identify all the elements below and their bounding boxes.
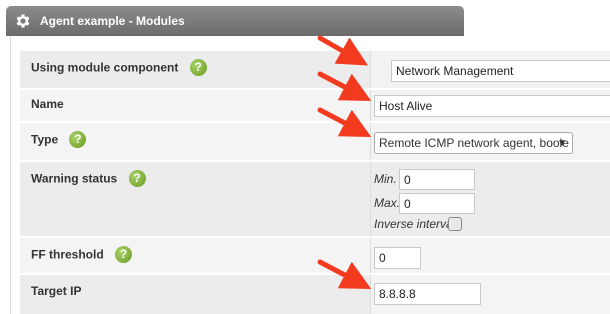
inverse-interval-checkbox[interactable] — [448, 217, 462, 231]
inverse-interval-label: Inverse interval — [374, 217, 456, 231]
name-input[interactable]: Host Alive — [374, 95, 610, 117]
help-icon[interactable]: ? — [128, 170, 146, 187]
type-label: Type — [31, 132, 59, 147]
name-label: Name — [31, 96, 64, 111]
warning-max-input[interactable]: 0 — [399, 193, 475, 214]
warning-status-label: Warning status — [31, 171, 118, 186]
row-ff-threshold: FF threshold ? 0 — [20, 237, 610, 273]
module-component-field[interactable]: Network Management — [391, 60, 610, 82]
window-title: Agent example - Modules — [40, 14, 185, 28]
target-ip-input[interactable]: 8.8.8.8 — [374, 283, 481, 305]
help-icon[interactable]: ? — [115, 246, 133, 263]
row-name: Name Host Alive — [20, 89, 610, 121]
target-ip-label: Target IP — [31, 283, 82, 298]
type-select[interactable]: Remote ICMP network agent, boole ▼ — [374, 132, 573, 154]
dropdown-arrow-icon: ▼ — [557, 138, 567, 149]
row-warning-status: Warning status ? Min. 0 Max. 0 Inverse i… — [20, 161, 610, 236]
type-selected-value: Remote ICMP network agent, boole — [379, 136, 569, 150]
help-icon[interactable]: ? — [189, 59, 207, 76]
row-type: Type ? Remote ICMP network agent, boole … — [20, 122, 610, 160]
min-label: Min. — [374, 172, 397, 186]
warning-min-input[interactable]: 0 — [399, 169, 475, 190]
window-title-tab: Agent example - Modules — [6, 6, 464, 36]
gear-icon — [16, 14, 30, 28]
module-component-label: Using module component — [31, 60, 179, 75]
ff-threshold-input[interactable]: 0 — [374, 247, 421, 269]
row-module-component: Using module component ? Network Managem… — [20, 50, 610, 88]
ff-threshold-label: FF threshold — [31, 247, 104, 262]
row-target-ip: Target IP 8.8.8.8 — [20, 274, 610, 314]
help-icon[interactable]: ? — [69, 131, 87, 148]
max-label: Max. — [374, 196, 401, 210]
